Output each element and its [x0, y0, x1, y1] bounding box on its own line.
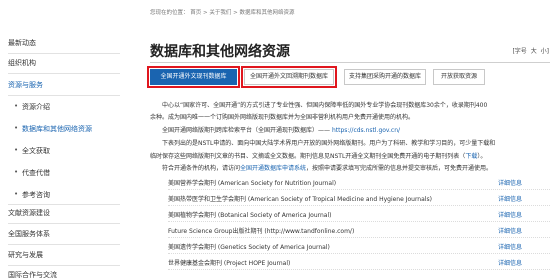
portal-text: 全国开通网络版期刊跨库检索平台（全国开通现刊数据库）—— https://cds…: [162, 126, 400, 136]
database-name: 美国热带医学和卫生学会期刊 (American Society of Tropi…: [168, 196, 432, 203]
sidebar-divider: [8, 95, 120, 96]
title-divider: [150, 62, 550, 63]
breadcrumb: 您现在的位置： 首页 > 关于我们 > 数据库和其他网络资源: [150, 10, 295, 16]
sidebar-item-resources-services[interactable]: 资源与服务: [8, 80, 120, 90]
apply-suffix: ，按照申请要求填写完成所需的信息并提交审核后，可免费开通使用。: [306, 165, 493, 172]
database-name: 美国植物学会期刊 (Botanical Society of America J…: [168, 212, 332, 219]
font-size-control: [字号 大 小]: [510, 46, 549, 55]
sidebar-item-news[interactable]: 最新动态: [8, 38, 120, 48]
sidebar-divider: [8, 223, 120, 224]
portal-prefix: 全国开通网络版期刊跨库检索平台（全国开通现刊数据库）——: [162, 127, 331, 134]
sidebar-item-collection-building[interactable]: 文献资源建设: [8, 208, 120, 218]
details-link[interactable]: 详细信息: [498, 241, 522, 254]
sidebar-subitem-databases[interactable]: 数据库和其他网络资源: [14, 124, 120, 134]
database-name: 世界健康基金会期刊 (Project HOPE Journal): [168, 260, 291, 267]
sidebar-divider: [8, 204, 120, 205]
sidebar-item-international[interactable]: 国际合作与交流: [8, 270, 120, 280]
download-link[interactable]: 下载: [465, 153, 477, 160]
details-link[interactable]: 详细信息: [498, 257, 522, 270]
database-name: 美国营养学会期刊 (American Society for Nutrition…: [168, 180, 337, 187]
main-content: 您现在的位置： 首页 > 关于我们 > 数据库和其他网络资源 数据库和其他网络资…: [147, 0, 554, 280]
highlight-box: [241, 66, 337, 88]
sidebar-subitem-resource-intro[interactable]: 资源介绍: [14, 102, 120, 112]
details-link[interactable]: 详细信息: [498, 225, 522, 238]
intro-text: 中心以“国家许可、全国开通”的方式引进了专业性强、但国内保障率低的国外专业学协会…: [162, 102, 488, 109]
tab-open-access[interactable]: 开放获取资源: [433, 69, 485, 85]
font-size-small-button[interactable]: 小]: [541, 48, 549, 55]
apply-system-link[interactable]: 全国开通数据库申请系统: [240, 165, 306, 172]
sidebar-divider: [8, 244, 120, 245]
details-link[interactable]: 详细信息: [498, 209, 522, 222]
sidebar-item-research[interactable]: 研究与发展: [8, 250, 120, 260]
database-name: 美国遗传学会期刊 (Genetics Society of America Jo…: [168, 244, 330, 251]
sidebar-subitem-reference[interactable]: 参考咨询: [14, 190, 120, 200]
sidebar-subitem-proxy-lending[interactable]: 代查代借: [14, 168, 120, 178]
sidebar-item-national-service[interactable]: 全国服务体系: [8, 229, 120, 239]
intro-text: 余种。成为国内唯一一个订购国外网络版现刊数据库并为全国非营利机构用户免费开通使用…: [150, 114, 415, 121]
sidebar-divider: [8, 53, 120, 54]
database-name: Future Science Group出版社期刊 (http://www.ta…: [168, 228, 355, 235]
pdf-info-text: 临时保存这些网络版期刊文章的书目、文摘或全文数据。期刊信息见NSTL开通全文期刊…: [150, 152, 486, 162]
font-size-label: [字号: [512, 48, 527, 55]
database-row: 世界健康基金会期刊 (Project HOPE Journal) 详细信息: [168, 257, 550, 270]
database-row: 美国植物学会期刊 (Botanical Society of America J…: [168, 209, 550, 222]
database-row: 美国遗传学会期刊 (Genetics Society of America Jo…: [168, 241, 550, 254]
database-row: 美国热带医学和卫生学会期刊 (American Society of Tropi…: [168, 193, 550, 206]
database-row: Future Science Group出版社期刊 (http://www.ta…: [168, 225, 550, 238]
sidebar-divider: [8, 73, 120, 74]
apply-text: 符合开通条件的机构，请访问全国开通数据库申请系统，按照申请要求填写完成所需的信息…: [162, 164, 492, 174]
pdf-info-prefix: 临时保存这些网络版期刊文章的书目、文摘或全文数据。期刊信息见NSTL开通全文期刊…: [150, 153, 466, 160]
sidebar-subitem-fulltext[interactable]: 全文获取: [14, 146, 120, 156]
sidebar: 最新动态 组织机构 资源与服务 资源介绍 数据库和其他网络资源 全文获取 代查代…: [0, 0, 128, 280]
details-link[interactable]: 详细信息: [498, 177, 522, 190]
tab-group-purchase[interactable]: 支持集团采购开通的数据库: [344, 69, 426, 85]
apply-prefix: 符合开通条件的机构，请访问: [162, 165, 241, 172]
font-size-large-button[interactable]: 大: [531, 48, 537, 55]
sidebar-divider: [8, 265, 120, 266]
page-title: 数据库和其他网络资源: [150, 44, 290, 60]
pdf-info-text: 下表列出的是NSTL申请的、面向中国大陆学术界用户开放的国外网络版期刊。用户为了…: [162, 140, 496, 147]
portal-link[interactable]: https://cds.nstl.gov.cn/: [332, 127, 400, 134]
sidebar-item-organization[interactable]: 组织机构: [8, 58, 120, 68]
highlight-box: [147, 66, 240, 88]
database-row: 美国营养学会期刊 (American Society for Nutrition…: [168, 177, 550, 190]
details-link[interactable]: 详细信息: [498, 193, 522, 206]
pdf-info-suffix: ）。: [477, 153, 487, 160]
